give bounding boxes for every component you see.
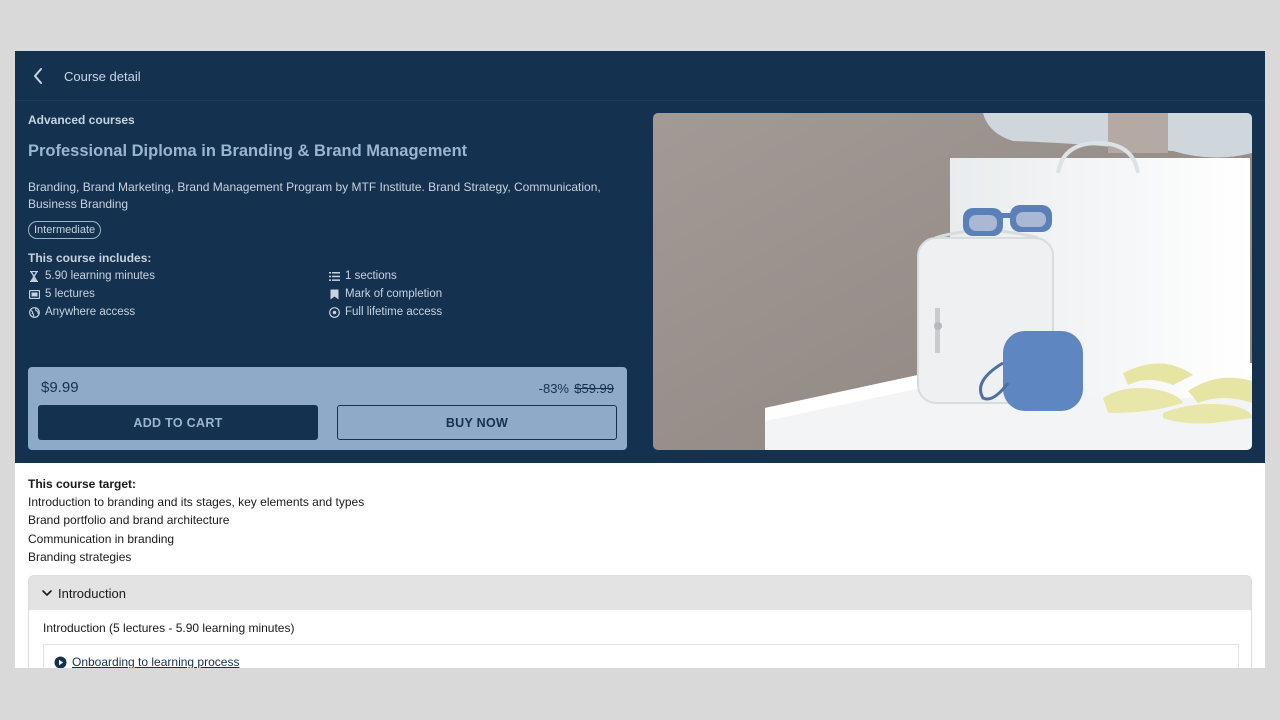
course-hero: Course detail Advanced courses Professio… <box>15 51 1265 463</box>
include-item: 5.90 learning minutes <box>28 269 328 283</box>
play-icon <box>54 656 67 668</box>
include-item: Mark of completion <box>328 287 628 301</box>
price-card: $9.99 -83% $59.99 ADD TO CART BUY NOW <box>28 367 627 450</box>
top-bar: Course detail <box>15 51 1265 101</box>
target-item: Introduction to branding and its stages,… <box>28 495 365 509</box>
globe-icon <box>28 306 40 318</box>
include-item: 5 lectures <box>28 287 328 301</box>
course-targets: This course target: Introduction to bran… <box>28 475 1228 566</box>
include-item: Anywhere access <box>28 305 328 319</box>
level-badge: Intermediate <box>28 221 102 239</box>
lecture-item[interactable]: Onboarding to learning process <box>54 655 239 668</box>
bookmark-icon <box>328 288 340 300</box>
targets-title: This course target: <box>28 477 137 491</box>
video-icon <box>28 288 40 300</box>
section-title: Introduction <box>58 585 126 601</box>
course-subtitle: Branding, Brand Marketing, Brand Managem… <box>28 180 601 211</box>
target-item: Communication in branding <box>28 531 175 546</box>
include-label: Mark of completion <box>345 288 443 300</box>
include-item: 1 sections <box>328 269 628 283</box>
course-title: Professional Diploma in Branding & Brand… <box>28 142 468 160</box>
infinity-icon <box>328 306 340 318</box>
lecture-link[interactable]: Onboarding to learning process <box>72 655 239 668</box>
app-window: Course detail Advanced courses Professio… <box>15 51 1265 668</box>
include-label: 1 sections <box>345 270 397 282</box>
include-label: 5.90 learning minutes <box>45 270 155 282</box>
section-summary: Introduction (5 lectures - 5.90 learning… <box>43 621 295 635</box>
course-info: Advanced courses Professional Diploma in… <box>28 113 628 319</box>
hourglass-icon <box>28 270 40 282</box>
include-label: Full lifetime access <box>345 306 443 318</box>
includes-title: This course includes: <box>28 251 152 265</box>
target-item: Branding strategies <box>28 549 132 564</box>
course-image <box>653 113 1252 450</box>
include-label: Anywhere access <box>45 306 136 318</box>
list-icon <box>328 270 340 282</box>
original-price: $59.99 <box>574 381 614 396</box>
include-label: 5 lectures <box>45 288 95 300</box>
page-title: Course detail <box>64 69 141 84</box>
back-button[interactable] <box>27 64 51 88</box>
includes-list: 5.90 learning minutes 1 sections 5 lectu… <box>28 269 628 319</box>
lecture-list: Onboarding to learning process <box>43 644 1239 668</box>
current-price: $9.99 <box>41 379 79 396</box>
discount-badge: -83% <box>538 381 569 396</box>
chevron-left-icon <box>34 68 42 84</box>
chevron-down-icon <box>42 590 52 596</box>
target-item: Brand portfolio and brand architecture <box>28 513 230 528</box>
section-header-introduction[interactable]: Introduction <box>29 576 1251 610</box>
curriculum-section: Introduction Introduction (5 lectures - … <box>28 575 1252 668</box>
course-category: Advanced courses <box>28 113 135 127</box>
add-to-cart-button[interactable]: ADD TO CART <box>38 405 318 440</box>
buy-now-button[interactable]: BUY NOW <box>337 405 617 440</box>
include-item: Full lifetime access <box>328 305 628 319</box>
